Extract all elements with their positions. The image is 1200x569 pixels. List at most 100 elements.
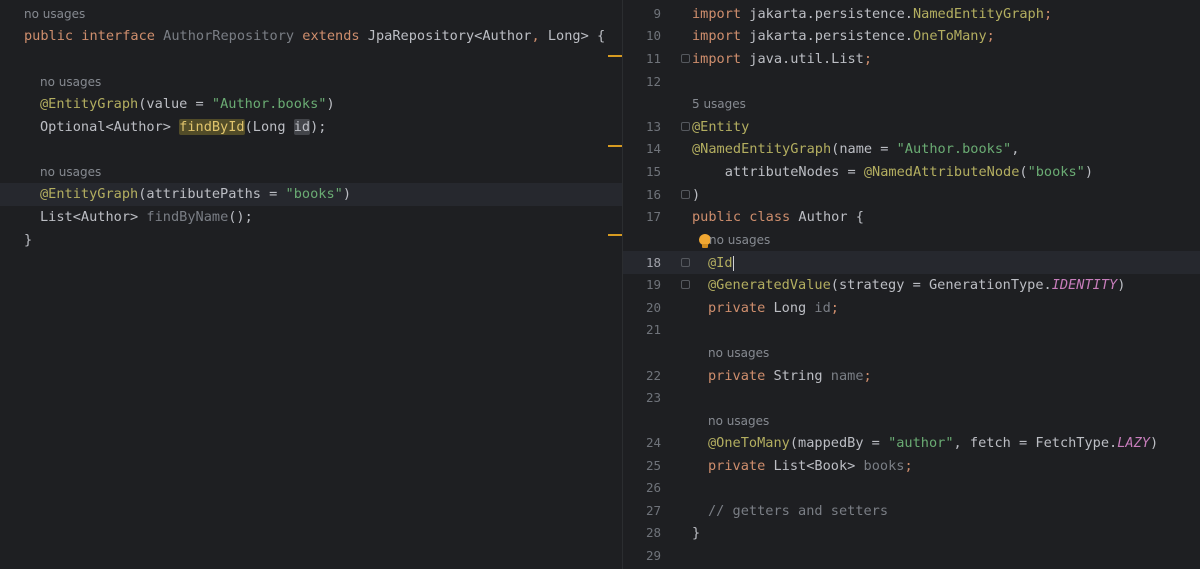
interface-name: AuthorRepository (163, 28, 295, 44)
code-text: (mappedBy = (789, 435, 889, 451)
code-text: ) (1117, 277, 1126, 293)
code-text: ) (342, 186, 352, 202)
code-line-closing-brace[interactable]: } (692, 522, 700, 545)
string-literal: "books" (1027, 164, 1085, 180)
code-text: , fetch = FetchType. (953, 435, 1118, 451)
code-line-close-paren[interactable]: ) (692, 184, 700, 207)
annotation: @GeneratedValue (708, 277, 831, 293)
keyword: private (708, 368, 766, 384)
string-literal: "Author.books" (211, 96, 327, 112)
code-text: (Long (244, 119, 294, 135)
code-line-attribute-nodes[interactable]: attributeNodes = @NamedAttributeNode("bo… (692, 161, 1093, 184)
keyword: private (708, 458, 766, 474)
keyword: interface (81, 28, 155, 44)
code-line-id-annotation[interactable]: @Id (708, 252, 735, 275)
line-number: 25 (645, 458, 661, 473)
keyword: extends (302, 28, 360, 44)
code-line-interface-declaration[interactable]: public interface AuthorRepository extend… (24, 25, 605, 48)
fold-icon[interactable] (681, 190, 690, 199)
line-number: 14 (645, 141, 661, 156)
fold-icon[interactable] (681, 280, 690, 289)
code-text: ) (326, 96, 335, 112)
line-number: 11 (645, 51, 661, 66)
code-line-entity-graph-paths[interactable]: @EntityGraph(attributePaths = "books") (40, 183, 351, 206)
class-name: OneToMany (912, 28, 987, 44)
warning-marker[interactable] (608, 234, 622, 236)
keyword: class (749, 209, 791, 225)
keyword: public (24, 28, 74, 44)
annotation: @NamedAttributeNode (863, 164, 1020, 180)
annotation: @Id (708, 255, 733, 271)
code-text: java.util.List (741, 51, 864, 67)
keyword: private (708, 300, 766, 316)
code-line-import[interactable]: import jakarta.persistence.NamedEntityGr… (692, 3, 1052, 26)
line-number: 24 (645, 435, 661, 450)
code-line-generated-value[interactable]: @GeneratedValue(strategy = GenerationTyp… (708, 274, 1125, 297)
code-line-books-field[interactable]: private List<Book> books; (708, 455, 913, 478)
line-number: 23 (645, 390, 661, 405)
left-editor[interactable]: no usages public interface AuthorReposit… (0, 0, 622, 569)
semicolon: ; (1043, 6, 1053, 22)
enum-constant: LAZY (1117, 435, 1150, 451)
code-line-comment[interactable]: // getters and setters (708, 500, 888, 523)
usage-hint[interactable]: 5 usages (692, 96, 746, 112)
code-line-name-field[interactable]: private String name; (708, 365, 872, 388)
line-number: 17 (645, 209, 661, 224)
line-number: 22 (645, 368, 661, 383)
annotation: @OneToMany (708, 435, 790, 451)
fold-icon[interactable] (681, 258, 690, 267)
code-text: ) (1149, 435, 1159, 451)
code-line-find-by-name[interactable]: List<Author> findByName(); (40, 206, 253, 229)
usage-hint[interactable]: no usages (24, 6, 85, 22)
code-line-entity-annotation[interactable]: @Entity (692, 116, 749, 139)
semicolon: ; (830, 300, 839, 316)
enum-constant: IDENTITY (1051, 277, 1118, 293)
string-literal: "author" (888, 435, 954, 451)
code-text: List<Author> (40, 209, 147, 225)
line-number-current: 18 (645, 255, 661, 270)
code-line-class-declaration[interactable]: public class Author { (692, 206, 864, 229)
keyword: import (692, 6, 742, 22)
fold-icon[interactable] (681, 54, 690, 63)
usage-hint[interactable]: no usages (40, 74, 101, 90)
code-line-closing-brace[interactable]: } (24, 229, 32, 252)
usage-hint[interactable]: no usages (40, 164, 101, 180)
string-literal: "books" (285, 186, 343, 202)
class-name: Author { (790, 209, 864, 225)
code-line-named-entity-graph[interactable]: @NamedEntityGraph(name = "Author.books", (692, 138, 1019, 161)
annotation: @Entity (692, 119, 750, 135)
semicolon: ; (904, 458, 913, 474)
code-line-one-to-many[interactable]: @OneToMany(mappedBy = "author", fetch = … (708, 432, 1158, 455)
code-line-find-by-id[interactable]: Optional<Author> findById(Long id); (40, 116, 326, 139)
code-text: ) (1084, 164, 1094, 180)
keyword: import (692, 28, 742, 44)
code-line-id-field[interactable]: private Long id; (708, 297, 839, 320)
warning-marker[interactable] (608, 55, 622, 57)
line-number: 15 (645, 164, 661, 179)
semicolon: ; (986, 28, 995, 44)
line-number: 13 (645, 119, 661, 134)
code-line-import[interactable]: import java.util.List; (692, 48, 872, 71)
text-caret (732, 255, 735, 271)
line-number: 21 (645, 322, 661, 337)
code-line-entity-graph[interactable]: @EntityGraph(value = "Author.books") (40, 93, 335, 116)
parent-type: JpaRepository<Author (367, 28, 532, 44)
usage-hint[interactable]: no usages (708, 345, 769, 361)
line-number: 10 (645, 28, 661, 43)
usage-hint[interactable]: no usages (709, 232, 770, 248)
line-number: 28 (645, 525, 661, 540)
code-text: jakarta.persistence. (741, 6, 913, 22)
fold-icon[interactable] (681, 122, 690, 131)
warning-marker[interactable] (608, 145, 622, 147)
code-line-import[interactable]: import jakarta.persistence.OneToMany; (692, 25, 995, 48)
annotation: @EntityGraph (40, 186, 139, 202)
keyword: public (692, 209, 742, 225)
parameter-highlight: id (293, 119, 311, 135)
right-editor[interactable]: 9 10 11 12 13 14 15 16 17 18 19 20 21 22… (623, 0, 1200, 569)
field-name: books (863, 458, 905, 474)
code-text: List<Book> (765, 458, 864, 474)
code-text: (name = (831, 141, 897, 157)
code-rest: Long> { (539, 28, 606, 44)
code-text: String (765, 368, 831, 384)
usage-hint[interactable]: no usages (708, 413, 769, 429)
